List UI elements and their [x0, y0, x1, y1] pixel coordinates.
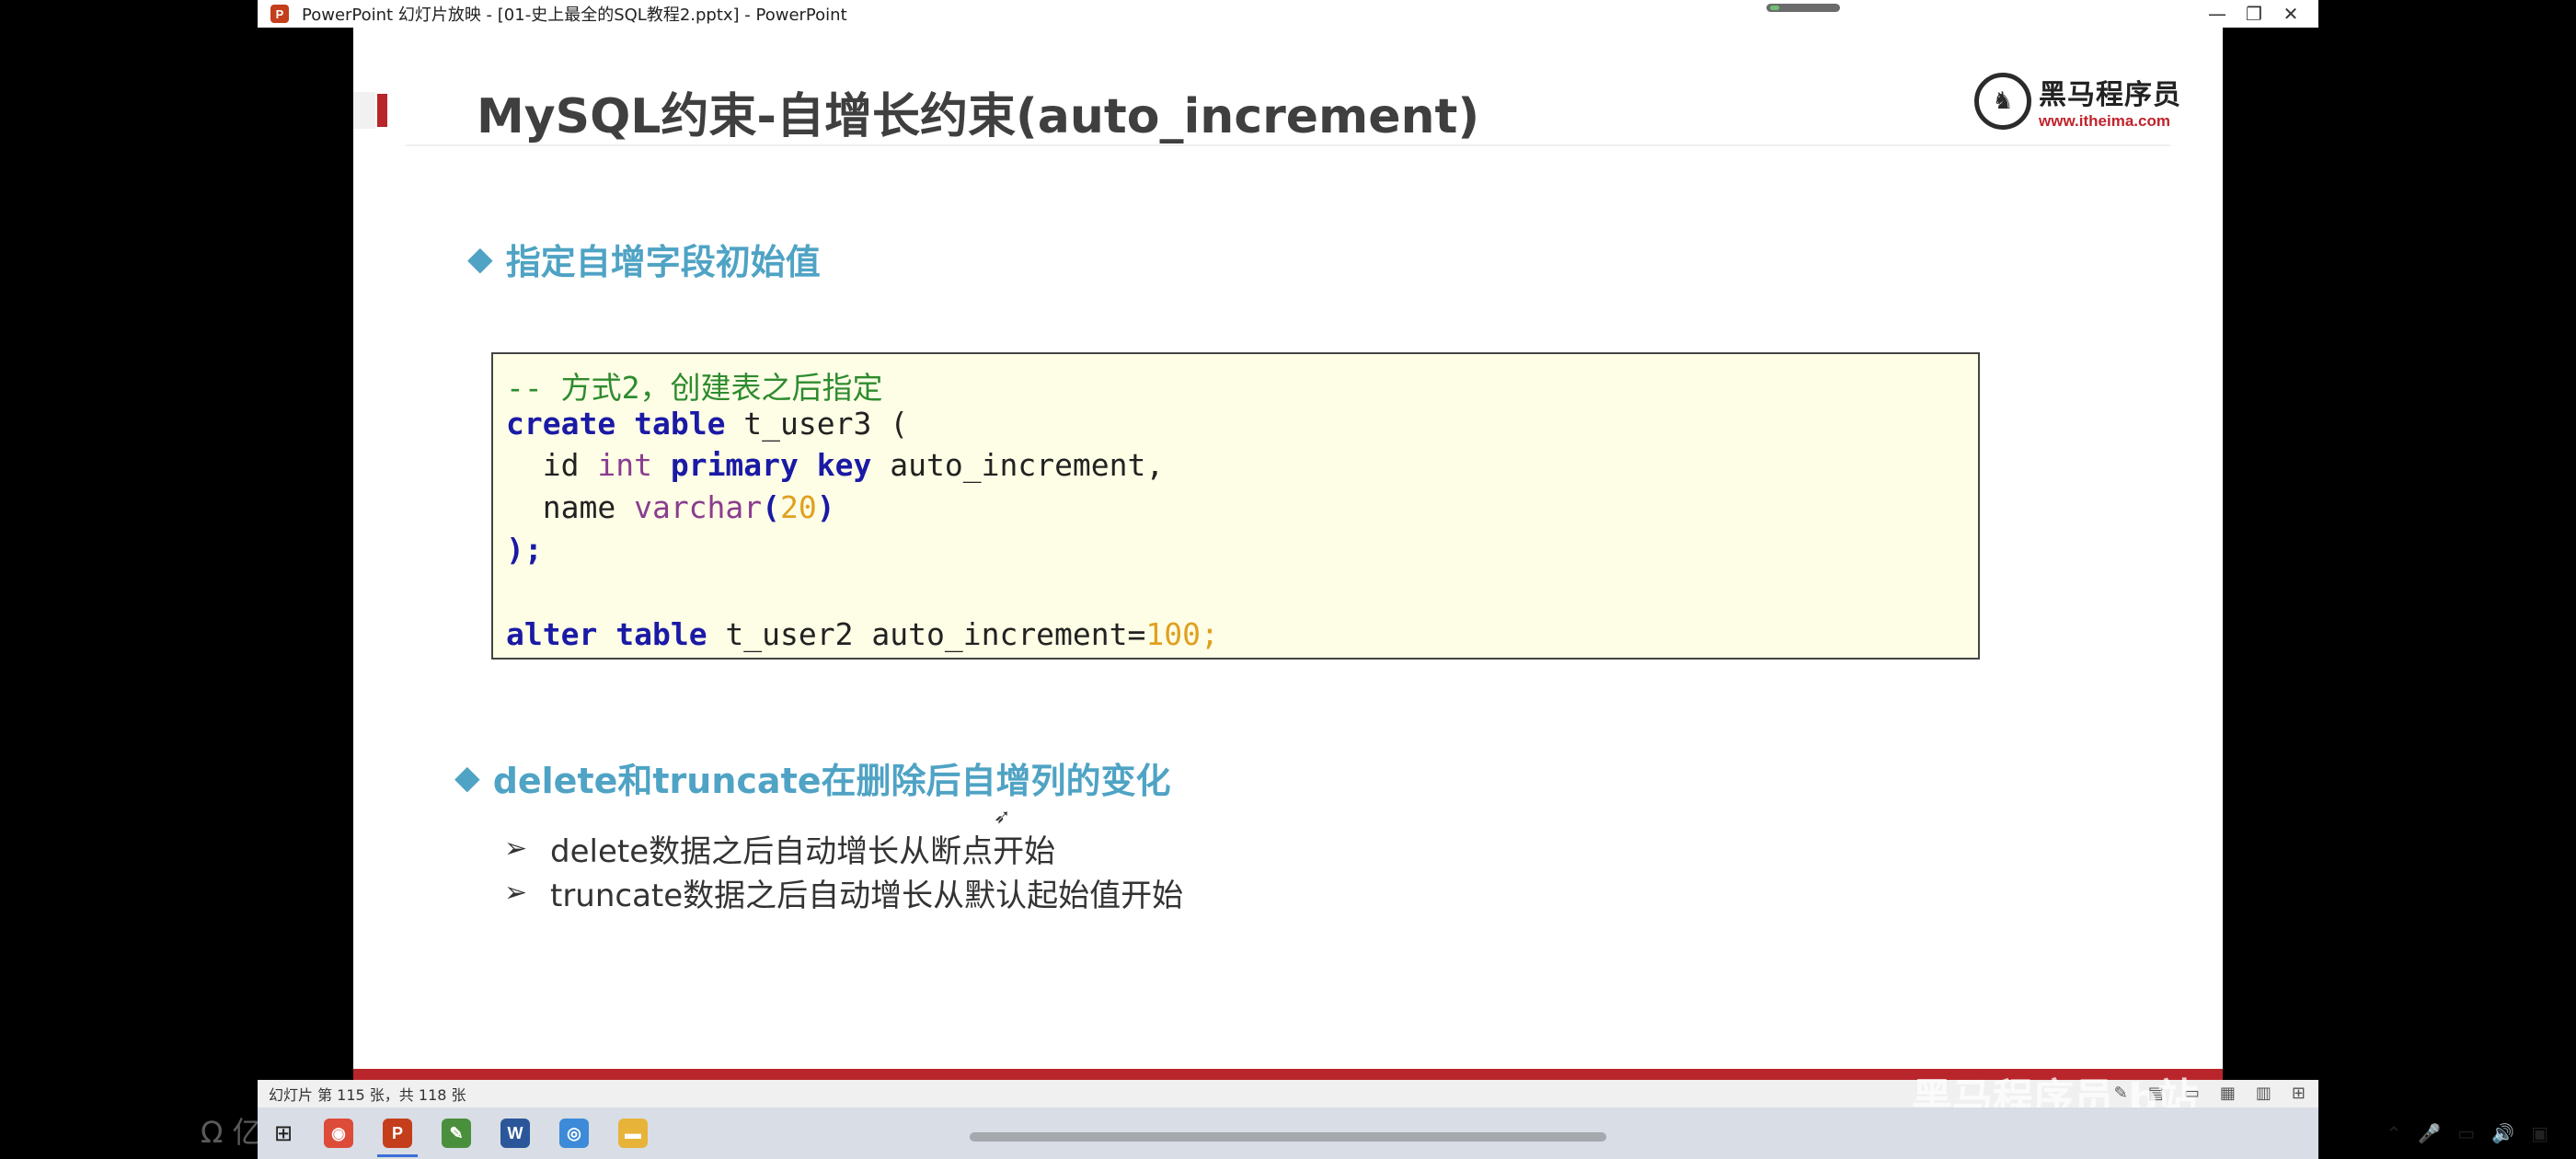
window-title: PowerPoint 幻灯片放映 - [01-史上最全的SQL教程2.pptx]…: [302, 6, 847, 25]
network-icon[interactable]: ▭: [2457, 1122, 2475, 1144]
code-line-create: create table t_user3 (: [506, 406, 909, 442]
diamond-bullet-icon: ◆: [454, 759, 480, 797]
close-button[interactable]: ✕: [2263, 0, 2318, 28]
restore-icon: ❐: [2246, 3, 2262, 25]
word-icon: W: [500, 1119, 530, 1148]
powerpoint-window: P PowerPoint 幻灯片放映 - [01-史上最全的SQL教程2.ppt…: [258, 0, 2318, 1113]
title-bar[interactable]: P PowerPoint 幻灯片放映 - [01-史上最全的SQL教程2.ppt…: [258, 0, 2318, 28]
arrow-bullet-icon: ➢: [504, 832, 528, 865]
code-block: -- 方式2，创建表之后指定 create table t_user3 ( id…: [491, 352, 1980, 660]
horizontal-scrollbar[interactable]: [970, 1132, 1606, 1142]
slide[interactable]: MySQL约束-自增长约束(auto_increment) ♞ 黑马程序员 ww…: [353, 28, 2223, 1080]
arrow-bullet-icon: ➢: [504, 876, 528, 909]
title-ghost-bar: [353, 92, 375, 129]
title-divider: [405, 144, 2171, 146]
taskbar-app-chrome[interactable]: ◉: [309, 1107, 368, 1159]
minimize-icon: —: [2208, 3, 2226, 25]
system-tray: ⌃ 🎤 ▭ 🔊 ▣: [2386, 1107, 2576, 1159]
taskbar-app-powerpoint[interactable]: P: [368, 1107, 427, 1159]
volume-icon[interactable]: 🔊: [2491, 1122, 2514, 1144]
logo-url: www.itheima.com: [2039, 112, 2170, 130]
code-line-name: name varchar(20): [506, 489, 835, 525]
slide-counter: 幻灯片 第 115 张，共 118 张: [269, 1086, 466, 1104]
close-icon: ✕: [2283, 3, 2299, 25]
browser-icon: ◎: [559, 1119, 589, 1148]
taskbar-app-editor[interactable]: ✎: [427, 1107, 486, 1159]
title-accent-mark: [377, 94, 387, 127]
taskbar-app-browser[interactable]: ◎: [545, 1107, 604, 1159]
windows-icon: ⊞: [273, 1120, 293, 1146]
list-item: ➢ truncate数据之后自动增长从默认起始值开始: [504, 876, 1184, 914]
taskbar-app-word[interactable]: W: [486, 1107, 545, 1159]
folder-icon: ▬: [618, 1119, 648, 1148]
slideshow-icon[interactable]: ⊞: [2292, 1084, 2306, 1103]
slide-sorter-icon[interactable]: ▦: [2220, 1084, 2236, 1103]
powerpoint-icon: P: [383, 1119, 412, 1148]
logo-text: 黑马程序员: [2039, 79, 2181, 111]
diamond-bullet-icon: ◆: [467, 240, 493, 278]
section-heading-delete-truncate: ◆ delete和truncate在删除后自增列的变化: [454, 752, 1171, 803]
slide-title: MySQL约束-自增长约束(auto_increment): [477, 89, 1480, 144]
section-heading-initial-value: ◆ 指定自增字段初始值: [467, 234, 821, 284]
section-heading-text: delete和truncate在删除后自增列的变化: [492, 761, 1171, 801]
section-heading-text: 指定自增字段初始值: [505, 242, 821, 282]
bullet-list: ➢ delete数据之后自动增长从断点开始 ➢ truncate数据之后自动增长…: [504, 826, 1183, 914]
powerpoint-app-icon: P: [270, 5, 289, 23]
reading-view-icon[interactable]: ▥: [2256, 1084, 2271, 1103]
itheima-logo: ♞ 黑马程序员 www.itheima.com: [1974, 72, 2181, 131]
start-button[interactable]: ⊞: [258, 1107, 309, 1159]
horse-logo-icon: ♞: [1974, 73, 2031, 130]
microphone-icon[interactable]: 🎤: [2418, 1122, 2441, 1144]
code-line-alter: alter table t_user2 auto_increment=100;: [506, 616, 1219, 652]
notification-icon[interactable]: ▣: [2531, 1122, 2548, 1144]
taskbar-app-folder[interactable]: ▬: [604, 1107, 662, 1159]
code-line-comment: -- 方式2，创建表之后指定: [506, 370, 883, 406]
chrome-icon: ◉: [324, 1119, 353, 1148]
chevron-up-icon[interactable]: ⌃: [2386, 1122, 2402, 1144]
list-item: ➢ delete数据之后自动增长从断点开始: [504, 832, 1056, 870]
code-line-close: );: [506, 532, 543, 568]
presenter-progress-indicator: [1766, 4, 1840, 12]
editor-icon: ✎: [442, 1119, 471, 1148]
code-line-id: id int primary key auto_increment,: [506, 447, 1165, 483]
